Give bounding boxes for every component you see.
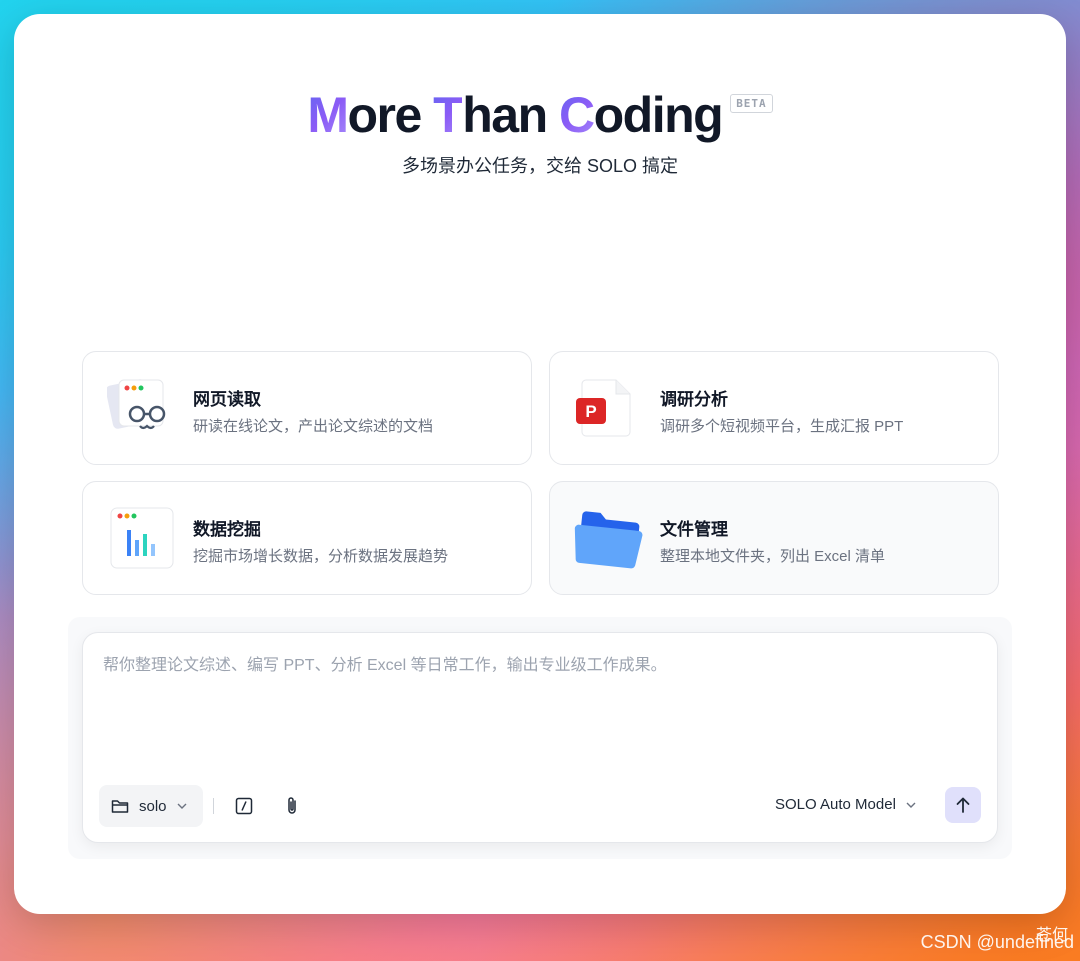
- card-title: 网页读取: [193, 390, 261, 409]
- web-reader-icon: [105, 376, 175, 440]
- ppt-icon: P: [574, 376, 642, 440]
- card-title: 调研分析: [660, 390, 728, 409]
- send-button[interactable]: [945, 787, 981, 823]
- title-rest-m: ore: [347, 87, 434, 143]
- card-title: 文件管理: [660, 520, 728, 539]
- prompt-input[interactable]: [103, 651, 973, 771]
- card-description: 挖掘市场增长数据，分析数据发展趋势: [193, 548, 449, 565]
- title-rest-t: han: [462, 87, 560, 143]
- beta-badge: BETA: [730, 94, 773, 113]
- title-accent-t: T: [433, 87, 464, 143]
- app-window: More Than Coding BETA 多场景办公任务，交给 SOLO 搞定 …: [14, 14, 1066, 914]
- arrow-up-icon: [956, 797, 970, 813]
- card-data-mining[interactable]: 数据挖掘 挖掘市场增长数据，分析数据发展趋势: [82, 481, 532, 595]
- card-description: 整理本地文件夹，列出 Excel 清单: [660, 548, 886, 565]
- model-selector[interactable]: SOLO Auto Model: [775, 796, 916, 813]
- card-web-reader[interactable]: 网页读取 研读在线论文，产出论文综述的文档: [82, 351, 532, 465]
- paperclip-icon: [288, 797, 296, 814]
- workspace-folder-button[interactable]: solo: [99, 785, 203, 827]
- attach-button[interactable]: [279, 793, 305, 819]
- composer: solo SOLO Auto Model: [82, 632, 998, 843]
- folder-icon: [574, 506, 643, 570]
- folder-outline-icon: [111, 800, 129, 813]
- model-selector-label: SOLO Auto Model: [775, 796, 896, 813]
- page-title: More Than Coding BETA: [14, 86, 1066, 144]
- card-file-management[interactable]: 文件管理 整理本地文件夹，列出 Excel 清单: [549, 481, 999, 595]
- title-rest-c: oding: [593, 87, 724, 143]
- card-description: 研读在线论文，产出论文综述的文档: [193, 418, 434, 435]
- chevron-down-icon: [177, 803, 187, 809]
- chevron-down-icon: [906, 802, 916, 808]
- card-title: 数据挖掘: [193, 520, 261, 539]
- slash-command-icon: [235, 797, 253, 815]
- bar-chart-icon: [107, 506, 175, 570]
- title-accent-c: C: [559, 87, 595, 143]
- toolbar-divider: [213, 798, 214, 814]
- slash-command-button[interactable]: [231, 793, 257, 819]
- svg-text:P: P: [585, 402, 596, 421]
- title-accent-m: M: [307, 87, 349, 143]
- workspace-folder-label: solo: [139, 797, 167, 815]
- card-research[interactable]: P 调研分析 调研多个短视频平台，生成汇报 PPT: [549, 351, 999, 465]
- watermark-overlay: 苍何: [1035, 927, 1068, 944]
- card-description: 调研多个短视频平台，生成汇报 PPT: [660, 418, 904, 435]
- page-subtitle: 多场景办公任务，交给 SOLO 搞定: [401, 156, 679, 176]
